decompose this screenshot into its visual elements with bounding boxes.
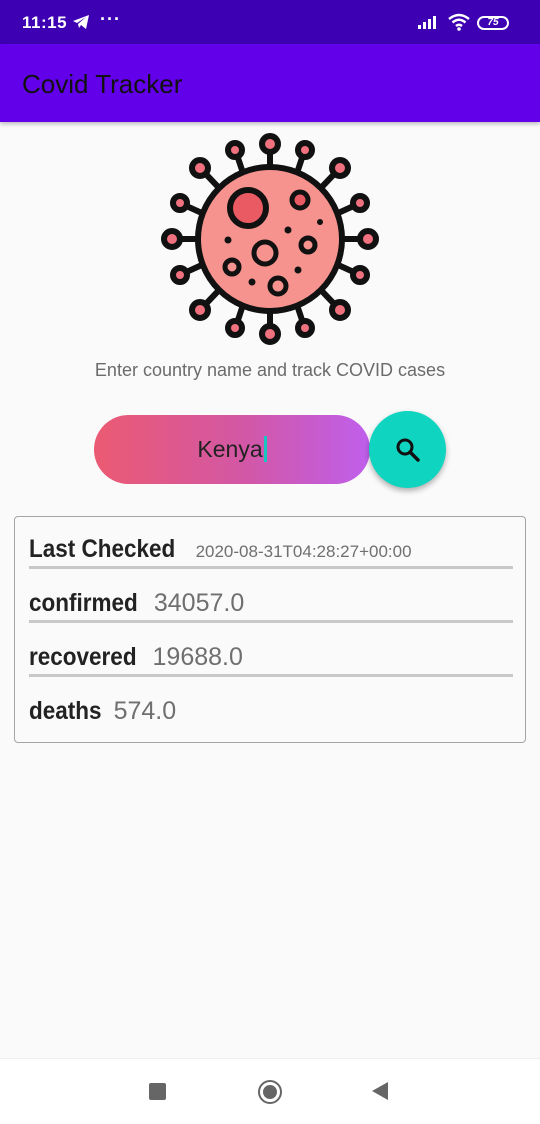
deaths-row: deaths 574.0 <box>29 697 176 726</box>
app-title: Covid Tracker <box>22 69 183 99</box>
app-bar: Covid Tracker <box>0 44 540 122</box>
country-search-input[interactable]: Kenya <box>94 415 370 484</box>
results-card: Last Checked 2020-08-31T04:28:27+00:00 co… <box>14 516 526 743</box>
search-icon <box>396 438 420 462</box>
wifi-icon <box>447 13 471 36</box>
battery-icon: 75 <box>477 16 509 30</box>
back-icon[interactable] <box>372 1082 388 1100</box>
subtitle: Enter country name and track COVID cases <box>94 360 446 380</box>
navigation-bar <box>0 1058 540 1124</box>
confirmed-label: confirmed <box>29 589 138 617</box>
recovered-row: recovered 19688.0 <box>29 643 243 672</box>
more-notifications-icon: ··· <box>100 9 121 29</box>
deaths-value: 574.0 <box>113 697 177 725</box>
status-time: 11:15 <box>22 13 68 32</box>
recovered-value: 19688.0 <box>152 643 243 671</box>
divider <box>29 620 513 623</box>
search-button[interactable] <box>369 411 446 488</box>
last-checked-row: Last Checked 2020-08-31T04:28:27+00:00 <box>29 535 412 564</box>
text-cursor <box>263 436 267 462</box>
confirmed-row: confirmed 34057.0 <box>29 589 244 618</box>
divider <box>29 566 513 569</box>
recent-apps-icon[interactable] <box>149 1083 166 1100</box>
status-bar: 11:15 ··· 75 <box>0 0 540 44</box>
signal-icon <box>418 15 440 34</box>
recovered-label: recovered <box>29 643 137 671</box>
last-checked-label: Last Checked <box>29 535 176 563</box>
virus-icon <box>160 132 380 352</box>
last-checked-value: 2020-08-31T04:28:27+00:00 <box>195 542 412 561</box>
confirmed-value: 34057.0 <box>153 589 245 617</box>
deaths-label: deaths <box>29 697 102 725</box>
home-icon[interactable] <box>258 1080 282 1104</box>
search-input-value: Kenya <box>197 436 263 462</box>
telegram-icon <box>72 14 90 35</box>
divider <box>29 674 513 677</box>
